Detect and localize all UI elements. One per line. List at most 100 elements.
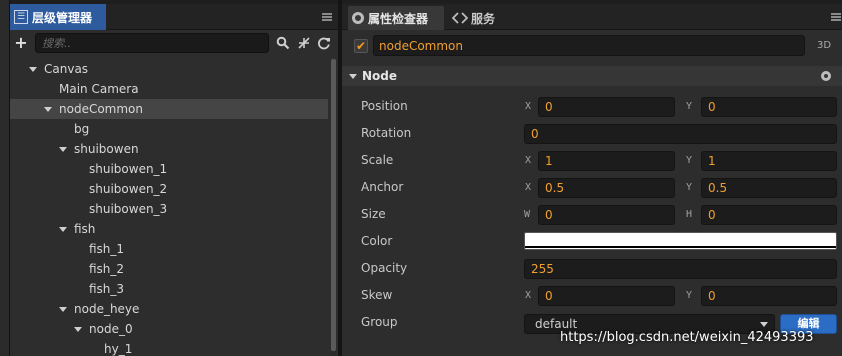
scale-x-axis-label: X [525,155,532,166]
size-height-input[interactable] [701,205,837,225]
hierarchy-toolbar: + [10,31,338,57]
services-icon [452,12,468,24]
tree-node-shuibowen[interactable]: shuibowen [10,139,328,159]
hierarchy-tab-bar: ☰ 层级管理器 [10,4,338,30]
collapse-all-icon[interactable] [297,36,311,50]
anchor-label: Anchor [361,180,404,194]
scale-x-input[interactable] [538,151,675,171]
expand-arrow-icon[interactable] [58,224,68,234]
rotation-input[interactable] [524,124,837,144]
chevron-down-icon [760,322,768,327]
tree-node-fish-3[interactable]: fish_3 [10,279,328,299]
tab-services-label: 服务 [471,11,496,26]
tree-node-node-0[interactable]: node_0 [10,319,328,339]
search-icon[interactable] [276,36,290,50]
tree-node-node-heye[interactable]: node_heye [10,299,328,319]
node-component-header[interactable]: Node [342,66,842,86]
search-input[interactable] [35,33,269,53]
node-active-checkbox[interactable]: ✔ [354,39,368,53]
inspector-menu-icon[interactable] [831,13,841,21]
tab-inspector[interactable]: 属性检查器 [348,6,444,30]
hierarchy-menu-icon[interactable] [322,13,332,21]
tree-node-label: node_heye [74,302,140,316]
tree-node-shuibowen-1[interactable]: shuibowen_1 [10,159,328,179]
tree-node-fish-2[interactable]: fish_2 [10,259,328,279]
scale-y-input[interactable] [701,151,837,171]
tree-node-canvas[interactable]: Canvas [10,59,328,79]
opacity-input[interactable] [524,259,837,279]
position-x-input[interactable] [538,97,675,117]
expand-arrow-icon[interactable] [43,104,53,114]
skew-x-input[interactable] [538,286,675,306]
color-label: Color [361,234,393,248]
tree-node-label: Canvas [44,62,89,76]
group-select-value: default [535,317,578,331]
anchor-y-axis-label: Y [686,182,693,193]
hierarchy-icon: ☰ [14,10,28,24]
watermark-text: https://blog.csdn.net/weixin_42493393 [560,330,814,345]
refresh-icon[interactable] [317,36,331,50]
scale-label: Scale [361,153,394,167]
tree-node-shuibowen-3[interactable]: shuibowen_3 [10,199,328,219]
tab-hierarchy[interactable]: ☰ 层级管理器 [10,4,106,30]
tree-node-label: fish_1 [89,242,125,256]
skew-x-axis-label: X [525,290,532,301]
size-label: Size [361,207,386,221]
group-label: Group [361,315,398,329]
tree-node-main-camera[interactable]: Main Camera [10,79,328,99]
tab-services[interactable]: 服务 [448,6,518,30]
gear-icon [352,12,364,24]
hierarchy-scrollbar[interactable] [331,59,336,356]
component-settings-icon[interactable] [821,71,831,81]
expand-arrow-icon[interactable] [73,324,83,334]
tree-node-label: node_0 [89,322,133,336]
tree-node-label: fish [74,222,96,236]
node-tree: Canvas Main Camera nodeCommon bg shuibow… [10,59,330,356]
tree-node-fish[interactable]: fish [10,219,328,239]
anchor-x-axis-label: X [525,182,532,193]
skew-y-input[interactable] [701,286,837,306]
position-x-axis-label: X [525,101,532,112]
tree-node-bg[interactable]: bg [10,119,328,139]
tree-node-shuibowen-2[interactable]: shuibowen_2 [10,179,328,199]
size-h-axis-label: H [686,209,693,220]
node-header: ✔ 3D [342,32,842,62]
tree-node-label: shuibowen_1 [89,162,168,176]
anchor-y-input[interactable] [701,178,837,198]
inspector-tab-bar: 属性检查器 服务 [342,4,842,30]
tree-node-label: fish_3 [89,282,125,296]
tree-node-nodecommon[interactable]: nodeCommon [10,99,328,119]
component-title: Node [362,69,398,83]
position-y-input[interactable] [701,97,837,117]
background-window-strip [0,0,10,356]
rotation-label: Rotation [361,126,412,140]
tree-node-label: shuibowen_2 [89,182,168,196]
tree-node-hy-1[interactable]: hy_1 [10,339,328,356]
node-name-input[interactable] [373,35,805,56]
tree-node-label: hy_1 [104,342,133,356]
add-node-button[interactable]: + [14,35,28,51]
skew-y-axis-label: Y [686,290,693,301]
skew-label: Skew [361,288,393,302]
expand-arrow-icon[interactable] [58,144,68,154]
tree-node-label: nodeCommon [59,102,143,116]
hierarchy-panel: ☰ 层级管理器 + Canvas Main Camera [10,4,338,356]
position-label: Position [361,99,408,113]
tree-node-fish-1[interactable]: fish_1 [10,239,328,259]
tab-inspector-label: 属性检查器 [368,11,429,26]
expand-arrow-icon[interactable] [28,64,38,74]
scale-y-axis-label: Y [686,155,693,166]
scrollbar-thumb[interactable] [331,59,336,351]
tree-node-label: shuibowen [74,142,139,156]
size-width-input[interactable] [538,205,675,225]
position-y-axis-label: Y [686,101,693,112]
color-picker-swatch[interactable] [524,232,837,250]
anchor-x-input[interactable] [538,178,675,198]
tree-node-label: Main Camera [59,82,139,96]
tree-node-label: shuibowen_3 [89,202,168,216]
opacity-label: Opacity [361,261,408,275]
3d-toggle[interactable]: 3D [817,40,831,51]
tree-node-label: fish_2 [89,262,125,276]
expand-arrow-icon[interactable] [58,304,68,314]
inspector-panel: 属性检查器 服务 ✔ 3D Node Position X Y Rotation… [342,4,842,356]
